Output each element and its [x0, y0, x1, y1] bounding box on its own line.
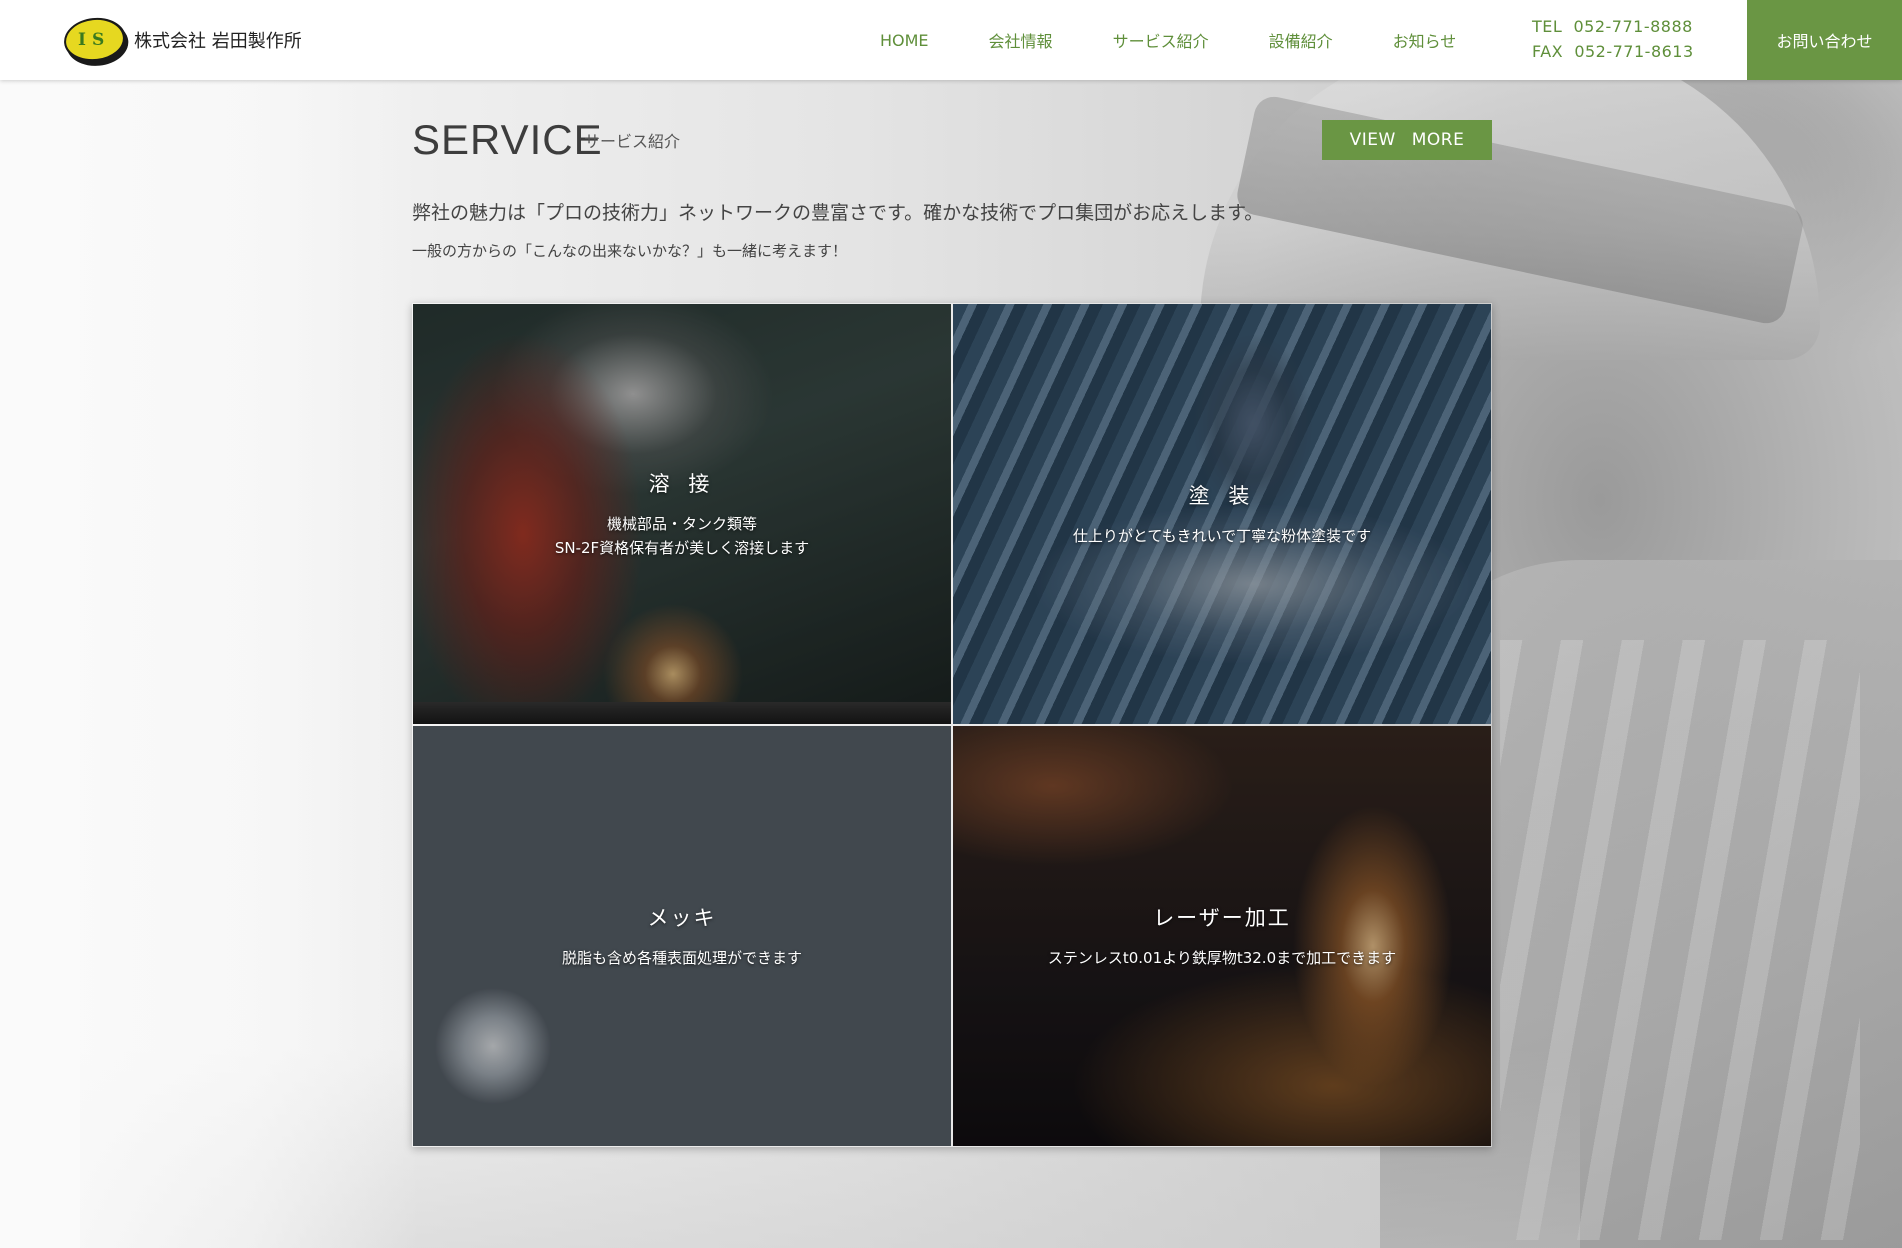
- view-more-button[interactable]: VIEW MORE: [1322, 120, 1492, 160]
- card-desc-line1: 仕上りがとてもきれいで丁寧な粉体塗装です: [1072, 527, 1372, 545]
- card-desc-line1: ステンレスt0.01より鉄厚物t32.0まで加工できます: [1047, 949, 1397, 967]
- service-subtitle: サービス紹介: [584, 132, 681, 151]
- nav-services[interactable]: サービス紹介: [1113, 28, 1209, 52]
- service-title: SERVICE: [412, 116, 603, 163]
- nav-equipment[interactable]: 設備紹介: [1269, 28, 1333, 52]
- card-text: 溶 接 機械部品・タンク類等 SN-2F資格保有者が美しく溶接します: [555, 468, 809, 560]
- card-title: メッキ: [647, 906, 717, 930]
- card-desc-line1: 機械部品・タンク類等: [606, 515, 757, 533]
- inquiry-button[interactable]: お問い合わせ: [1747, 0, 1902, 80]
- background-fade: [0, 0, 420, 1248]
- service-card-plating[interactable]: メッキ 脱脂も含め各種表面処理ができます: [412, 725, 952, 1147]
- card-title: 塗 装: [1188, 484, 1256, 508]
- site-header: IS 株式会社 岩田製作所 HOME 会社情報 サービス紹介 設備紹介 お知らせ…: [0, 0, 1902, 80]
- card-desc-line1: 脱脂も含め各種表面処理ができます: [561, 949, 802, 967]
- logo-mark-icon: IS: [61, 14, 129, 66]
- service-sub-lead-text: 一般の方からの「こんなの出来ないかな？」も一緒に考えます！: [412, 242, 848, 260]
- contact-info: TEL 052-771-8888 FAX 052-771-8613: [1532, 14, 1694, 64]
- card-title: レーザー加工: [1153, 906, 1291, 930]
- nav-company-info[interactable]: 会社情報: [989, 28, 1053, 52]
- logo-initials: IS: [78, 29, 111, 50]
- service-card-grid: 溶 接 機械部品・タンク類等 SN-2F資格保有者が美しく溶接します 塗 装 仕…: [412, 303, 1492, 1147]
- card-text: レーザー加工 ステンレスt0.01より鉄厚物t32.0まで加工できます: [1048, 902, 1396, 970]
- card-title: 溶 接: [648, 472, 716, 496]
- service-card-laser[interactable]: レーザー加工 ステンレスt0.01より鉄厚物t32.0まで加工できます: [952, 725, 1492, 1147]
- company-name: 株式会社 岩田製作所: [134, 31, 302, 52]
- tel-number[interactable]: TEL 052-771-8888: [1532, 14, 1694, 39]
- service-card-welding[interactable]: 溶 接 機械部品・タンク類等 SN-2F資格保有者が美しく溶接します: [412, 303, 952, 725]
- fax-number: FAX 052-771-8613: [1532, 42, 1694, 61]
- main-nav: HOME 会社情報 サービス紹介 設備紹介 お知らせ: [880, 0, 1456, 80]
- card-text: メッキ 脱脂も含め各種表面処理ができます: [562, 902, 802, 970]
- card-text: 塗 装 仕上りがとてもきれいで丁寧な粉体塗装です: [1073, 480, 1371, 548]
- nav-home[interactable]: HOME: [880, 31, 929, 50]
- service-card-painting[interactable]: 塗 装 仕上りがとてもきれいで丁寧な粉体塗装です: [952, 303, 1492, 725]
- site-logo[interactable]: IS 株式会社 岩田製作所: [61, 14, 302, 66]
- service-title-row: SERVICE サービス紹介 VIEW MORE: [412, 80, 1492, 200]
- service-section: SERVICE サービス紹介 VIEW MORE 弊社の魅力は「プロの技術力」ネ…: [412, 80, 1492, 1147]
- nav-news[interactable]: お知らせ: [1393, 28, 1457, 52]
- service-lead-text: 弊社の魅力は「プロの技術力」ネットワークの豊富さです。確かな技術でプロ集団がお応…: [412, 202, 1264, 224]
- card-desc-line2: SN-2F資格保有者が美しく溶接します: [554, 539, 810, 557]
